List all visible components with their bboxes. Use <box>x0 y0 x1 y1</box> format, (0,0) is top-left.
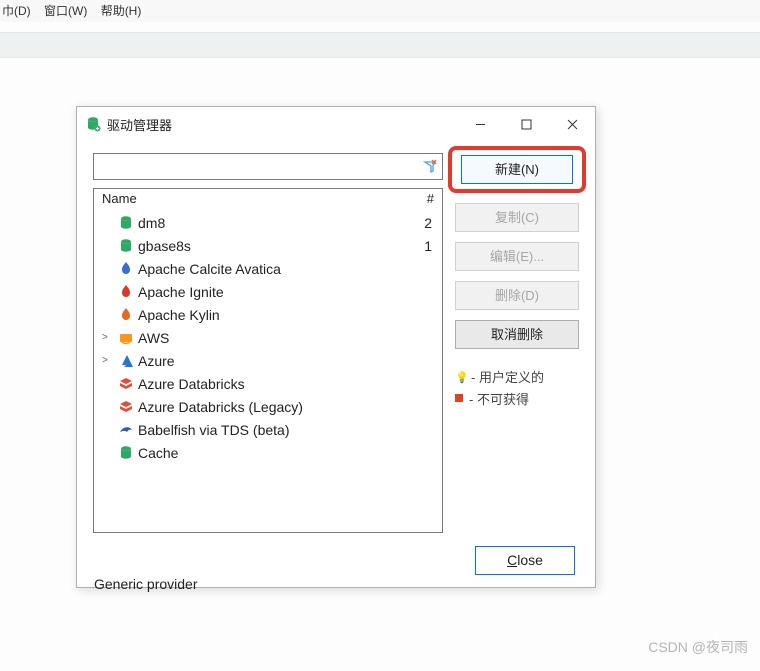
undelete-button[interactable]: 取消删除 <box>455 320 579 349</box>
unavailable-icon <box>455 394 463 402</box>
titlebar: 驱动管理器 <box>77 107 595 141</box>
driver-row[interactable]: > Azure <box>94 349 442 372</box>
driver-row[interactable]: dm82 <box>94 211 442 234</box>
driver-icon <box>118 422 134 438</box>
legend-unavailable: - 不可获得 <box>455 387 579 409</box>
edit-button[interactable]: 编辑(E)... <box>455 242 579 271</box>
driver-row[interactable]: Cache <box>94 441 442 464</box>
driver-tree: Name # dm82gbase8s1Apache Calcite Avatic… <box>93 188 443 533</box>
driver-label: Apache Calcite Avatica <box>138 261 418 277</box>
legend: 💡 - 用户定义的 - 不可获得 <box>455 365 579 409</box>
dialog-body: Name # dm82gbase8s1Apache Calcite Avatic… <box>77 141 595 533</box>
filter-row <box>93 153 443 180</box>
driver-row[interactable]: Apache Ignite <box>94 280 442 303</box>
driver-icon <box>118 215 134 231</box>
driver-label: Cache <box>138 445 418 461</box>
minimize-button[interactable] <box>457 109 503 139</box>
delete-button[interactable]: 删除(D) <box>455 281 579 310</box>
column-name[interactable]: Name <box>94 189 414 211</box>
driver-label: Babelfish via TDS (beta) <box>138 422 418 438</box>
driver-label: Azure Databricks (Legacy) <box>138 399 418 415</box>
database-icon <box>85 116 101 132</box>
driver-icon <box>118 353 134 369</box>
menu-file[interactable]: ⼱(D) <box>2 4 31 18</box>
driver-icon <box>118 445 134 461</box>
driver-label: Azure <box>138 353 418 369</box>
driver-icon <box>118 399 134 415</box>
driver-label: AWS <box>138 330 418 346</box>
driver-row[interactable]: Azure Databricks (Legacy) <box>94 395 442 418</box>
driver-row[interactable]: > AWS <box>94 326 442 349</box>
driver-label: Azure Databricks <box>138 376 418 392</box>
filter-input[interactable] <box>93 153 443 180</box>
expander-icon[interactable]: > <box>102 332 114 343</box>
column-count[interactable]: # <box>414 189 442 211</box>
copy-button[interactable]: 复制(C) <box>455 203 579 232</box>
driver-row[interactable]: Azure Databricks <box>94 372 442 395</box>
tree-header: Name # <box>94 189 442 211</box>
driver-icon <box>118 238 134 254</box>
bulb-icon: 💡 <box>455 371 465 381</box>
menu-window[interactable]: 窗口(W) <box>44 4 87 18</box>
driver-label: Apache Ignite <box>138 284 418 300</box>
tree-list[interactable]: dm82gbase8s1Apache Calcite AvaticaApache… <box>94 211 442 532</box>
close-button[interactable]: Close <box>475 546 575 575</box>
driver-label: gbase8s <box>138 238 418 254</box>
driver-row[interactable]: Babelfish via TDS (beta) <box>94 418 442 441</box>
menu-help[interactable]: 帮助(H) <box>101 4 142 18</box>
legend-user-defined-label: - 用户定义的 <box>471 367 544 386</box>
driver-label: dm8 <box>138 215 418 231</box>
close-window-button[interactable] <box>549 109 595 139</box>
dialog-title: 驱动管理器 <box>107 115 172 134</box>
right-column: 新建(N) 复制(C) 编辑(E)... 删除(D) 取消删除 💡 - 用户定义… <box>455 153 579 533</box>
legend-user-defined: 💡 - 用户定义的 <box>455 365 579 387</box>
driver-icon <box>118 376 134 392</box>
driver-label: Apache Kylin <box>138 307 418 323</box>
watermark: CSDN @夜司雨 <box>648 637 748 657</box>
clear-filter-icon[interactable] <box>423 159 437 173</box>
menubar: ⼱(D) 窗口(W) 帮助(H) <box>0 0 760 22</box>
legend-unavailable-label: - 不可获得 <box>469 389 529 408</box>
new-button-highlight: 新建(N) <box>448 146 586 193</box>
driver-count: 2 <box>418 215 442 231</box>
driver-row[interactable]: gbase8s1 <box>94 234 442 257</box>
driver-row[interactable]: Apache Kylin <box>94 303 442 326</box>
driver-row[interactable]: Apache Calcite Avatica <box>94 257 442 280</box>
driver-count: 1 <box>418 238 442 254</box>
left-column: Name # dm82gbase8s1Apache Calcite Avatic… <box>93 153 443 533</box>
expander-icon[interactable]: > <box>102 355 114 366</box>
maximize-button[interactable] <box>503 109 549 139</box>
driver-manager-dialog: 驱动管理器 Name # dm82gbase8s1Apache Calcite … <box>76 106 596 588</box>
driver-icon <box>118 330 134 346</box>
provider-label: Generic provider <box>94 576 198 592</box>
driver-icon <box>118 307 134 323</box>
driver-icon <box>118 284 134 300</box>
new-button[interactable]: 新建(N) <box>461 155 573 184</box>
toolbar-stripe <box>0 32 760 58</box>
driver-icon <box>118 261 134 277</box>
